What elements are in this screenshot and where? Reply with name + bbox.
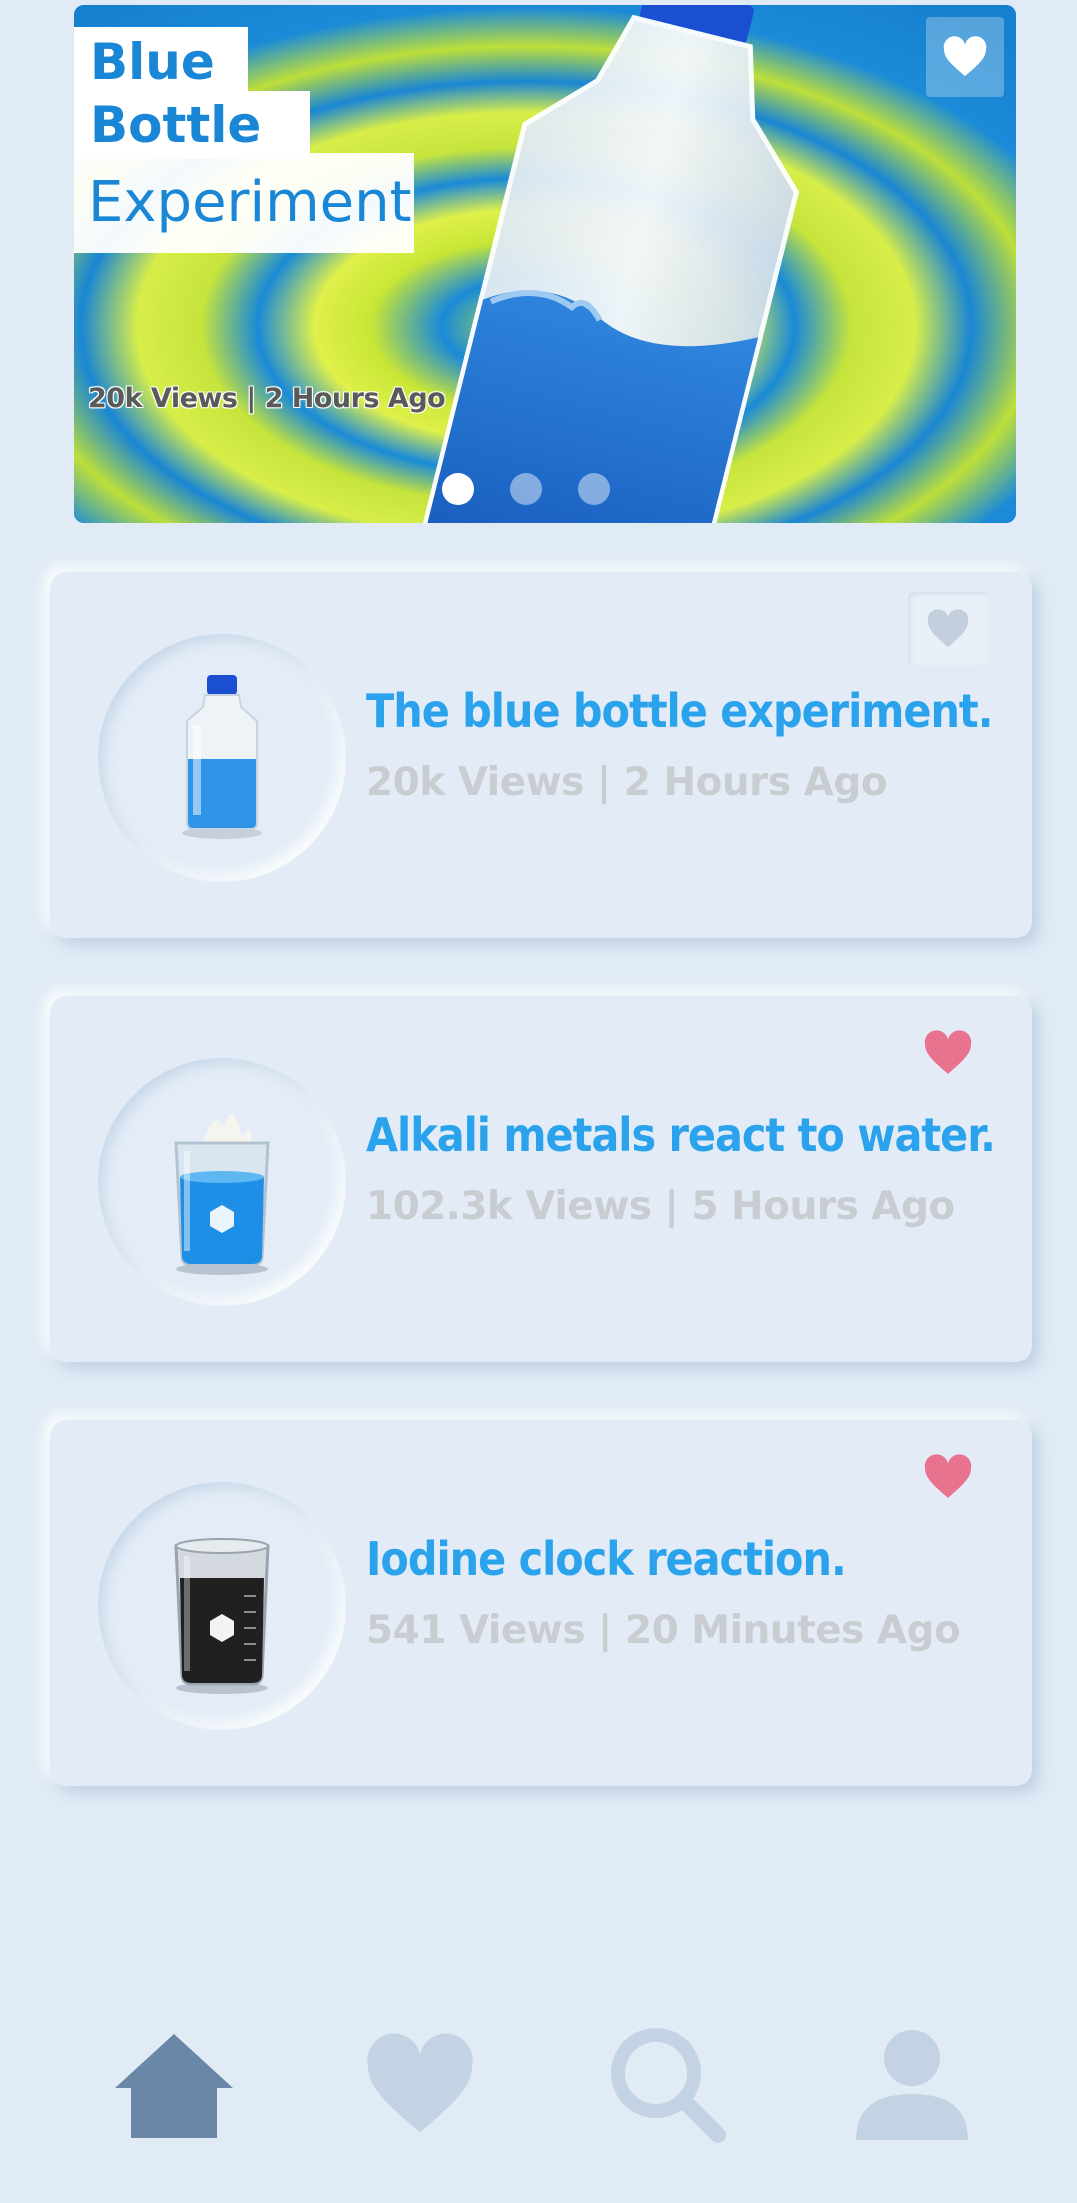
nav-favorites[interactable]	[350, 2010, 490, 2160]
banner-title-line: Bottle	[74, 91, 310, 159]
carousel-dot[interactable]	[578, 473, 610, 505]
heart-icon	[943, 36, 987, 77]
card-title: Alkali metals react to water.	[366, 1108, 996, 1162]
favorite-button[interactable]	[908, 1016, 988, 1090]
thumbnail-ring	[98, 634, 346, 882]
card-meta: 20k Views | 2 Hours Ago	[366, 760, 888, 805]
card-meta: 102.3k Views | 5 Hours Ago	[366, 1184, 955, 1229]
thumbnail-ring	[98, 1482, 346, 1730]
favorite-button[interactable]	[908, 592, 988, 666]
heart-icon	[924, 1454, 972, 1498]
banner-meta: 20k Views | 2 Hours Ago	[88, 383, 446, 414]
water-bottle-image	[182, 675, 262, 839]
heart-icon	[924, 1030, 972, 1074]
experiment-card[interactable]: The blue bottle experiment. 20k Views | …	[50, 572, 1032, 938]
search-icon	[611, 2028, 726, 2143]
thumbnail-ring	[98, 1058, 346, 1306]
card-meta: 541 Views | 20 Minutes Ago	[366, 1608, 961, 1653]
card-title: The blue bottle experiment.	[366, 684, 993, 738]
banner-title-line: Blue	[74, 27, 248, 97]
nav-profile[interactable]	[842, 2010, 982, 2160]
beaker-blue-image	[174, 1114, 270, 1275]
nav-home[interactable]	[104, 2010, 244, 2160]
home-icon	[115, 2034, 233, 2138]
favorite-button[interactable]	[908, 1440, 988, 1514]
app-screen: Blue Bottle Experiment 20k Views | 2 Hou…	[0, 0, 1077, 2203]
card-title: Iodine clock reaction.	[366, 1532, 847, 1586]
banner-favorite-button[interactable]	[926, 17, 1004, 97]
experiment-card[interactable]: Alkali metals react to water. 102.3k Vie…	[50, 996, 1032, 1362]
featured-banner[interactable]: Blue Bottle Experiment 20k Views | 2 Hou…	[74, 5, 1016, 523]
carousel-dot[interactable]	[442, 473, 474, 505]
carousel-dot[interactable]	[510, 473, 542, 505]
banner-title-line: Experiment	[74, 153, 414, 253]
experiment-card[interactable]: Iodine clock reaction. 541 Views | 20 Mi…	[50, 1420, 1032, 1786]
user-icon	[856, 2030, 968, 2140]
heart-icon	[367, 2033, 473, 2133]
heart-icon	[927, 609, 969, 648]
carousel-indicator	[442, 473, 610, 505]
nav-search[interactable]	[598, 2010, 738, 2160]
beaker-black-image	[174, 1538, 270, 1694]
